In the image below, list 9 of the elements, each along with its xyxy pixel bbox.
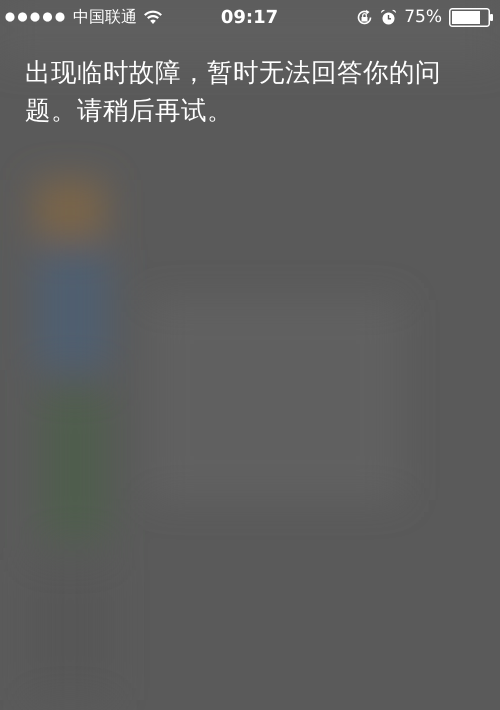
rotation-lock-icon — [356, 8, 374, 26]
wifi-icon — [143, 10, 163, 24]
siri-message: 出现临时故障，暂时无法回答你的问题。请稍后再试。 — [25, 57, 442, 128]
alarm-clock-icon — [380, 8, 398, 26]
battery-icon — [448, 8, 494, 26]
signal-icon — [5, 12, 67, 22]
status-time: 09:17 — [220, 6, 278, 28]
battery-percentage: 75% — [404, 7, 442, 27]
carrier-name: 中国联通 — [73, 6, 137, 28]
